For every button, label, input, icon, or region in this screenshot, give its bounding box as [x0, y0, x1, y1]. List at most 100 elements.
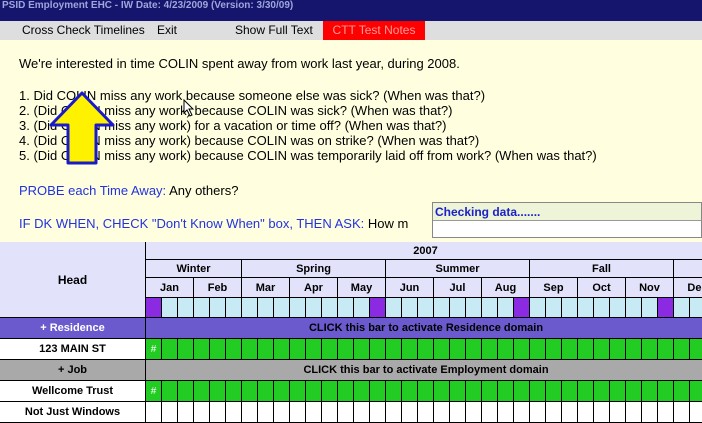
timeline-cell[interactable] — [674, 339, 690, 360]
timeline-cell[interactable] — [418, 381, 434, 402]
timeline-cell[interactable] — [322, 402, 338, 423]
timeline-cell[interactable] — [466, 402, 482, 423]
timeline-cell[interactable] — [530, 339, 546, 360]
week-cell[interactable] — [386, 298, 402, 318]
timeline-cell[interactable] — [338, 339, 354, 360]
cross-check-timelines-menu[interactable]: Cross Check Timelines — [22, 23, 145, 38]
timeline-cell[interactable] — [194, 381, 210, 402]
timeline-cell[interactable] — [306, 339, 322, 360]
week-cell[interactable] — [242, 298, 258, 318]
timeline-cell[interactable] — [178, 402, 194, 423]
timeline-cell[interactable] — [562, 381, 578, 402]
timeline-cell[interactable] — [434, 339, 450, 360]
timeline-cell[interactable] — [450, 381, 466, 402]
week-cell[interactable] — [290, 298, 306, 318]
ctt-test-notes-button[interactable]: CTT Test Notes — [323, 21, 425, 40]
row-label-0[interactable]: + Residence — [0, 318, 146, 339]
week-cell[interactable] — [306, 298, 322, 318]
timeline-cell[interactable] — [610, 339, 626, 360]
timeline-cell[interactable] — [562, 402, 578, 423]
timeline-cell[interactable] — [482, 381, 498, 402]
timeline-cell[interactable] — [434, 381, 450, 402]
timeline-cell[interactable] — [210, 381, 226, 402]
timeline-cell[interactable]: # — [146, 381, 162, 402]
week-cell[interactable] — [514, 298, 530, 318]
week-cell[interactable] — [578, 298, 594, 318]
week-cell[interactable] — [418, 298, 434, 318]
timeline-cell[interactable] — [482, 339, 498, 360]
timeline-cell[interactable] — [146, 402, 162, 423]
week-cell[interactable] — [674, 298, 690, 318]
exit-menu[interactable]: Exit — [157, 23, 177, 38]
timeline-cell[interactable] — [210, 339, 226, 360]
timeline-cell[interactable] — [418, 402, 434, 423]
timeline-cell[interactable] — [290, 402, 306, 423]
week-cell[interactable] — [626, 298, 642, 318]
residence-domain-bar[interactable]: CLICK this bar to activate Residence dom… — [146, 318, 702, 339]
week-cell[interactable] — [226, 298, 242, 318]
timeline-cell[interactable] — [546, 381, 562, 402]
week-cell[interactable] — [546, 298, 562, 318]
timeline-cell[interactable] — [402, 381, 418, 402]
timeline-cell[interactable] — [594, 339, 610, 360]
timeline-cell[interactable] — [642, 339, 658, 360]
timeline-cell[interactable] — [450, 339, 466, 360]
timeline-cell[interactable] — [450, 402, 466, 423]
timeline-cell[interactable] — [258, 402, 274, 423]
employment-domain-bar[interactable]: CLICK this bar to activate Employment do… — [146, 360, 702, 381]
timeline-cell[interactable] — [226, 339, 242, 360]
timeline-cell[interactable] — [674, 402, 690, 423]
timeline-cell[interactable] — [466, 381, 482, 402]
timeline-cell[interactable] — [514, 381, 530, 402]
timeline-cell[interactable] — [162, 381, 178, 402]
timeline-cell[interactable] — [274, 339, 290, 360]
row-label-2[interactable]: + Job — [0, 360, 146, 381]
week-cell[interactable] — [162, 298, 178, 318]
week-cell[interactable] — [658, 298, 674, 318]
week-cell[interactable] — [690, 298, 702, 318]
timeline-cell[interactable] — [290, 381, 306, 402]
show-full-text-menu[interactable]: Show Full Text — [235, 23, 313, 38]
timeline-cell[interactable] — [578, 402, 594, 423]
timeline-cell[interactable] — [242, 402, 258, 423]
timeline-cell[interactable] — [610, 381, 626, 402]
week-cell[interactable] — [466, 298, 482, 318]
timeline-cell[interactable] — [626, 381, 642, 402]
timeline-cell[interactable]: # — [146, 339, 162, 360]
timeline-cell[interactable] — [690, 339, 702, 360]
week-cell[interactable] — [610, 298, 626, 318]
week-cell[interactable] — [450, 298, 466, 318]
week-cell[interactable] — [194, 298, 210, 318]
week-cell[interactable] — [178, 298, 194, 318]
timeline-cell[interactable] — [274, 381, 290, 402]
timeline-cell[interactable] — [306, 402, 322, 423]
timeline-cell[interactable] — [322, 381, 338, 402]
week-cell[interactable] — [258, 298, 274, 318]
timeline-cell[interactable] — [370, 339, 386, 360]
week-cell[interactable] — [562, 298, 578, 318]
timeline-cell[interactable] — [178, 339, 194, 360]
timeline-cell[interactable] — [674, 381, 690, 402]
timeline-cell[interactable] — [626, 339, 642, 360]
week-cell[interactable] — [530, 298, 546, 318]
timeline-cell[interactable] — [402, 339, 418, 360]
week-cell[interactable] — [370, 298, 386, 318]
timeline-cell[interactable] — [274, 402, 290, 423]
timeline-cell[interactable] — [210, 402, 226, 423]
timeline-cell[interactable] — [370, 402, 386, 423]
timeline-cell[interactable] — [338, 381, 354, 402]
timeline-cell[interactable] — [594, 381, 610, 402]
week-cell[interactable] — [402, 298, 418, 318]
timeline-cell[interactable] — [658, 402, 674, 423]
timeline-cell[interactable] — [530, 381, 546, 402]
timeline-cell[interactable] — [386, 402, 402, 423]
week-cell[interactable] — [642, 298, 658, 318]
timeline-cell[interactable] — [658, 339, 674, 360]
timeline-cell[interactable] — [546, 339, 562, 360]
timeline-cell[interactable] — [162, 402, 178, 423]
timeline-cell[interactable] — [354, 381, 370, 402]
week-cell[interactable] — [274, 298, 290, 318]
timeline-cell[interactable] — [242, 339, 258, 360]
timeline-cell[interactable] — [242, 381, 258, 402]
timeline-cell[interactable] — [594, 402, 610, 423]
